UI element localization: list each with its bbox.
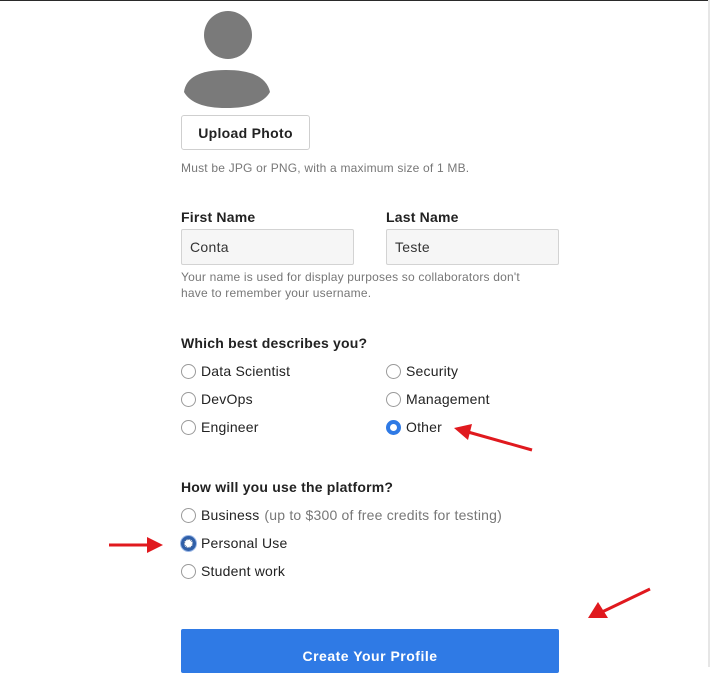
user-silhouette-icon xyxy=(184,11,270,108)
radio-button[interactable] xyxy=(181,363,196,379)
usage-option-student-work[interactable]: Student work xyxy=(181,561,285,581)
usage-option-note: (up to $300 of free credits for testing) xyxy=(264,507,502,523)
role-option-engineer[interactable]: Engineer xyxy=(181,417,259,437)
annotation-arrow-icon xyxy=(454,424,533,452)
radio-button[interactable] xyxy=(181,419,196,435)
top-border xyxy=(0,0,710,1)
photo-hint: Must be JPG or PNG, with a maximum size … xyxy=(181,161,470,175)
radio-button[interactable] xyxy=(181,563,196,579)
usage-option-label: Personal Use xyxy=(201,535,288,551)
create-profile-button[interactable]: Create Your Profile xyxy=(181,629,559,673)
upload-photo-button[interactable]: Upload Photo xyxy=(181,115,310,150)
name-hint-line-2: have to remember your username. xyxy=(181,286,372,300)
annotation-arrow-icon xyxy=(109,537,163,553)
usage-option-business[interactable]: Business (up to $300 of free credits for… xyxy=(181,505,502,525)
role-option-devops[interactable]: DevOps xyxy=(181,389,253,409)
first-name-field[interactable] xyxy=(181,229,354,265)
usage-option-label: Business xyxy=(201,507,260,523)
role-option-data-scientist[interactable]: Data Scientist xyxy=(181,361,290,381)
usage-option-personal-use[interactable]: Personal Use xyxy=(181,533,287,553)
name-hint-line-1: Your name is used for display purposes s… xyxy=(181,270,520,284)
radio-button[interactable] xyxy=(181,507,196,523)
usage-option-label: Student work xyxy=(201,563,286,579)
role-option-security[interactable]: Security xyxy=(386,361,458,381)
radio-button-selected-focused[interactable] xyxy=(181,535,196,551)
role-option-label: DevOps xyxy=(201,391,253,407)
radio-button-selected[interactable] xyxy=(386,419,401,435)
role-question: Which best describes you? xyxy=(181,335,368,351)
last-name-field[interactable] xyxy=(386,229,559,265)
role-option-label: Engineer xyxy=(201,419,259,435)
role-option-management[interactable]: Management xyxy=(386,389,490,409)
role-option-label: Security xyxy=(406,363,459,379)
radio-button[interactable] xyxy=(386,363,401,379)
role-option-label: Data Scientist xyxy=(201,363,291,379)
usage-question: How will you use the platform? xyxy=(181,479,394,495)
annotation-arrow-icon xyxy=(588,587,651,618)
radio-button[interactable] xyxy=(386,391,401,407)
first-name-label: First Name xyxy=(181,209,256,225)
role-option-label: Management xyxy=(406,391,490,407)
role-option-label: Other xyxy=(406,419,443,435)
role-option-other[interactable]: Other xyxy=(386,417,442,437)
last-name-label: Last Name xyxy=(386,209,459,225)
radio-button[interactable] xyxy=(181,391,196,407)
name-hint: Your name is used for display purposes s… xyxy=(181,269,520,301)
